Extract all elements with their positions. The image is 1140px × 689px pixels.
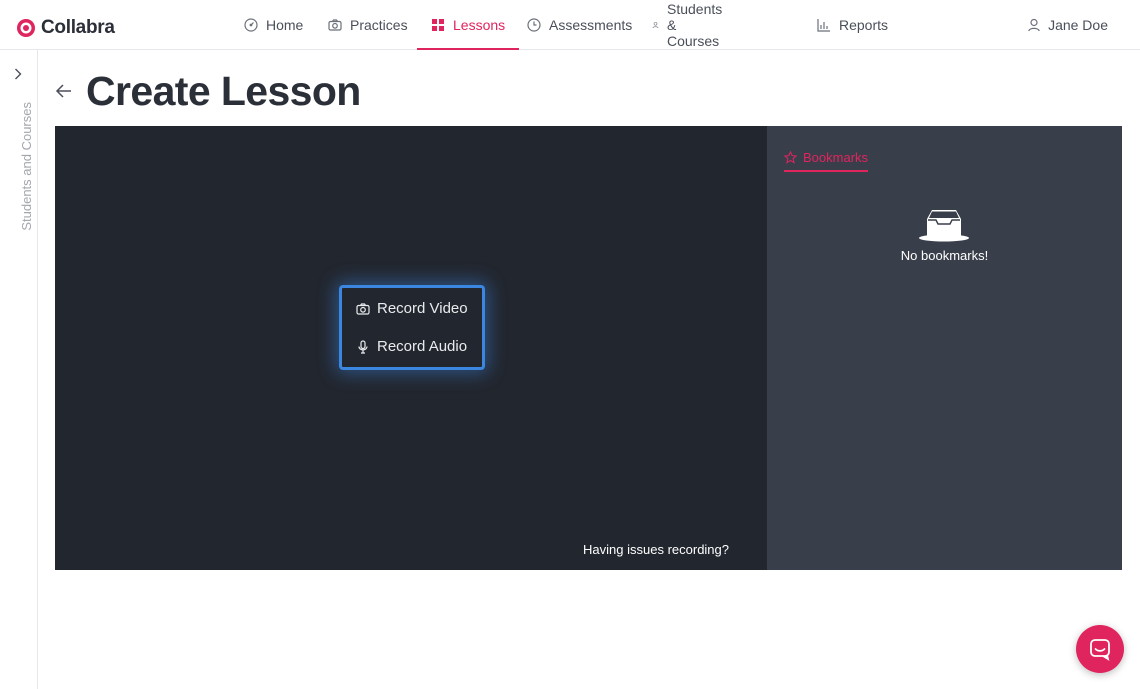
back-arrow-icon[interactable] [55,82,73,100]
nav-item-label: Reports [839,17,889,33]
nav-item-reports[interactable]: Reports [817,0,888,50]
nav-item-lessons[interactable]: Lessons [417,0,520,50]
clock-icon [527,18,541,32]
nav-item-label: Lessons [453,17,506,33]
bar-chart-icon [817,19,830,32]
recorder-panel: Record Video Record Audio Having issues … [55,126,767,570]
bookmarks-panel: Bookmarks No bookmarks! [767,126,1122,570]
page-title: Create Lesson [86,68,361,114]
nav-item-label: Home [266,17,304,33]
microphone-icon [358,339,368,354]
chat-launcher-button[interactable] [1076,625,1124,673]
star-icon [784,151,797,164]
bookmarks-tab-label: Bookmarks [803,150,869,165]
record-audio-label: Record Audio [377,338,468,355]
user-menu[interactable]: Jane Doe [1027,0,1108,50]
camera-icon [356,302,370,315]
active-tab-indicator [417,48,520,50]
collabra-logo-icon [17,19,35,37]
person-icon [652,21,659,29]
record-video-label: Record Video [377,300,468,317]
recording-help-link[interactable]: Having issues recording? [583,542,729,557]
nav-item-students-courses[interactable]: Students & Courses [652,0,729,50]
bookmarks-tab[interactable]: Bookmarks [784,150,869,172]
app-logo[interactable]: Collabra [16,17,115,39]
nav-item-practices[interactable]: Practices [328,0,408,50]
record-video-button[interactable]: Record Video [356,300,496,317]
collapsed-sidebar: Students and Courses [0,50,38,689]
record-options-menu: Record Video Record Audio [339,285,485,370]
user-name: Jane Doe [1048,17,1108,33]
grid-icon [432,19,444,31]
record-audio-button[interactable]: Record Audio [356,338,496,355]
chevron-right-icon[interactable] [10,66,26,82]
chat-icon [1090,639,1110,661]
nav-item-assessments[interactable]: Assessments [527,0,632,50]
nav-item-label: Students & Courses [667,1,723,49]
nav-item-home[interactable]: Home [244,0,303,50]
empty-inbox-icon [919,210,969,242]
user-icon [1028,18,1040,32]
nav-item-label: Practices [350,17,408,33]
empty-state-message: No bookmarks! [900,248,989,263]
top-navigation-bar: Collabra Home Practices Lessons Assessme… [0,0,1140,50]
camera-icon [328,19,342,31]
nav-item-label: Assessments [549,17,633,33]
sidebar-label[interactable]: Students and Courses [19,102,34,232]
app-name: Collabra [41,17,115,38]
dashboard-icon [244,18,258,32]
